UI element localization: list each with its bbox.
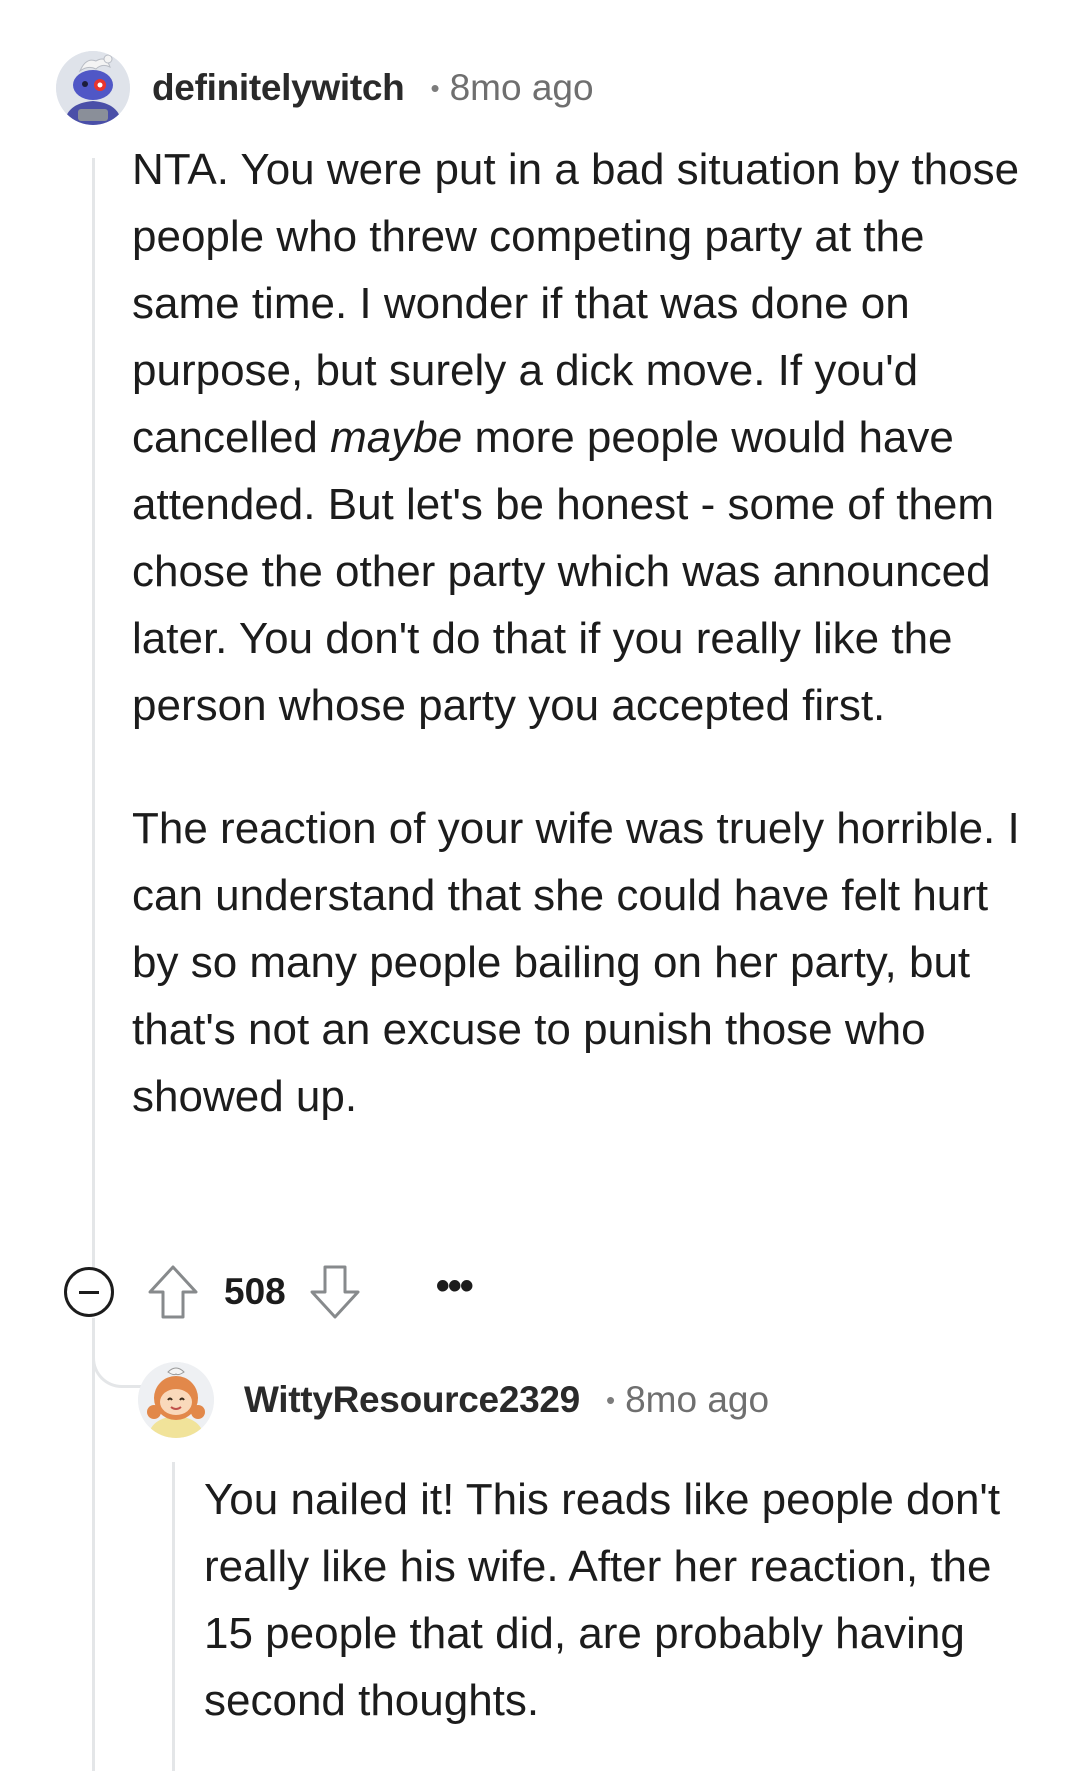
reply-connector bbox=[92, 1330, 142, 1388]
reply-timestamp: 8mo ago bbox=[625, 1379, 770, 1420]
vote-score: 508 bbox=[224, 1271, 286, 1312]
reply-thread-line[interactable] bbox=[172, 1462, 175, 1771]
comment-emphasis: maybe bbox=[330, 413, 463, 462]
meta-separator: • bbox=[430, 72, 440, 103]
thread-line[interactable] bbox=[92, 1318, 95, 1771]
comment-paragraph: The reaction of your wife was truely hor… bbox=[132, 804, 1020, 1121]
reply-body: You nailed it! This reads like people do… bbox=[204, 1466, 1034, 1734]
comment-body: NTA. You were put in a bad situation by … bbox=[132, 136, 1032, 1130]
more-options-icon[interactable]: ••• bbox=[436, 1266, 474, 1318]
upvote-button[interactable] bbox=[146, 1263, 200, 1321]
upvote-icon bbox=[148, 1265, 198, 1319]
downvote-button[interactable] bbox=[308, 1263, 362, 1321]
reply-author[interactable]: WittyResource2329 bbox=[244, 1379, 580, 1421]
comment-paragraph: NTA. You were put in a bad situation by … bbox=[132, 136, 1032, 739]
reply-header: WittyResource2329 • 8mo ago bbox=[138, 1362, 769, 1438]
downvote-icon bbox=[310, 1265, 360, 1319]
comment-actions: 508 ••• bbox=[64, 1262, 474, 1322]
collapse-icon[interactable] bbox=[64, 1267, 114, 1317]
reply-paragraph: You nailed it! This reads like people do… bbox=[204, 1475, 1001, 1725]
avatar[interactable] bbox=[56, 51, 130, 125]
thread-line[interactable] bbox=[92, 158, 95, 1268]
comment-header: definitelywitch • 8mo ago bbox=[56, 50, 594, 126]
snoo-avatar-icon bbox=[56, 51, 130, 125]
comment-timestamp: 8mo ago bbox=[449, 67, 594, 108]
meta-separator: • bbox=[605, 1384, 616, 1415]
snoo-avatar-icon bbox=[138, 1362, 214, 1438]
comment-author[interactable]: definitelywitch bbox=[152, 67, 405, 109]
avatar[interactable] bbox=[138, 1362, 214, 1438]
